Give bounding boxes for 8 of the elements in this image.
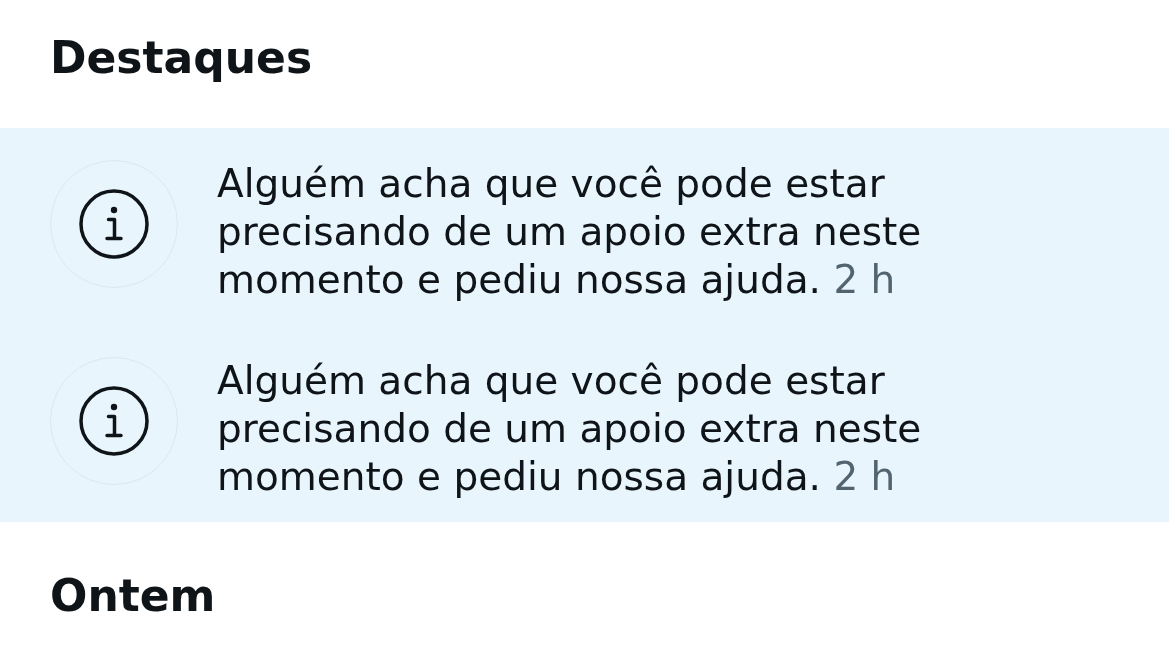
notification-item[interactable]: Alguém acha que você pode estar precisando de um apoio extra neste momento e pediu nossa ajuda. 2 h [0,325,1169,522]
section-heading: Destaques [49,31,314,85]
notification-message: Alguém acha que você pode estar precisando de um apoio extra neste momento e pediu nossa ajuda. 2 h [217,160,923,304]
section-heading: Ontem [49,569,217,623]
notification-item[interactable]: Alguém acha que você pode estar precisando de um apoio extra neste momento e pediu nossa ajuda. 2 h [0,128,1169,325]
info-icon [50,357,178,485]
notification-message: Alguém acha que você pode estar precisando de um apoio extra neste momento e pediu nossa ajuda. 2 h [217,357,923,501]
info-icon [50,160,178,288]
